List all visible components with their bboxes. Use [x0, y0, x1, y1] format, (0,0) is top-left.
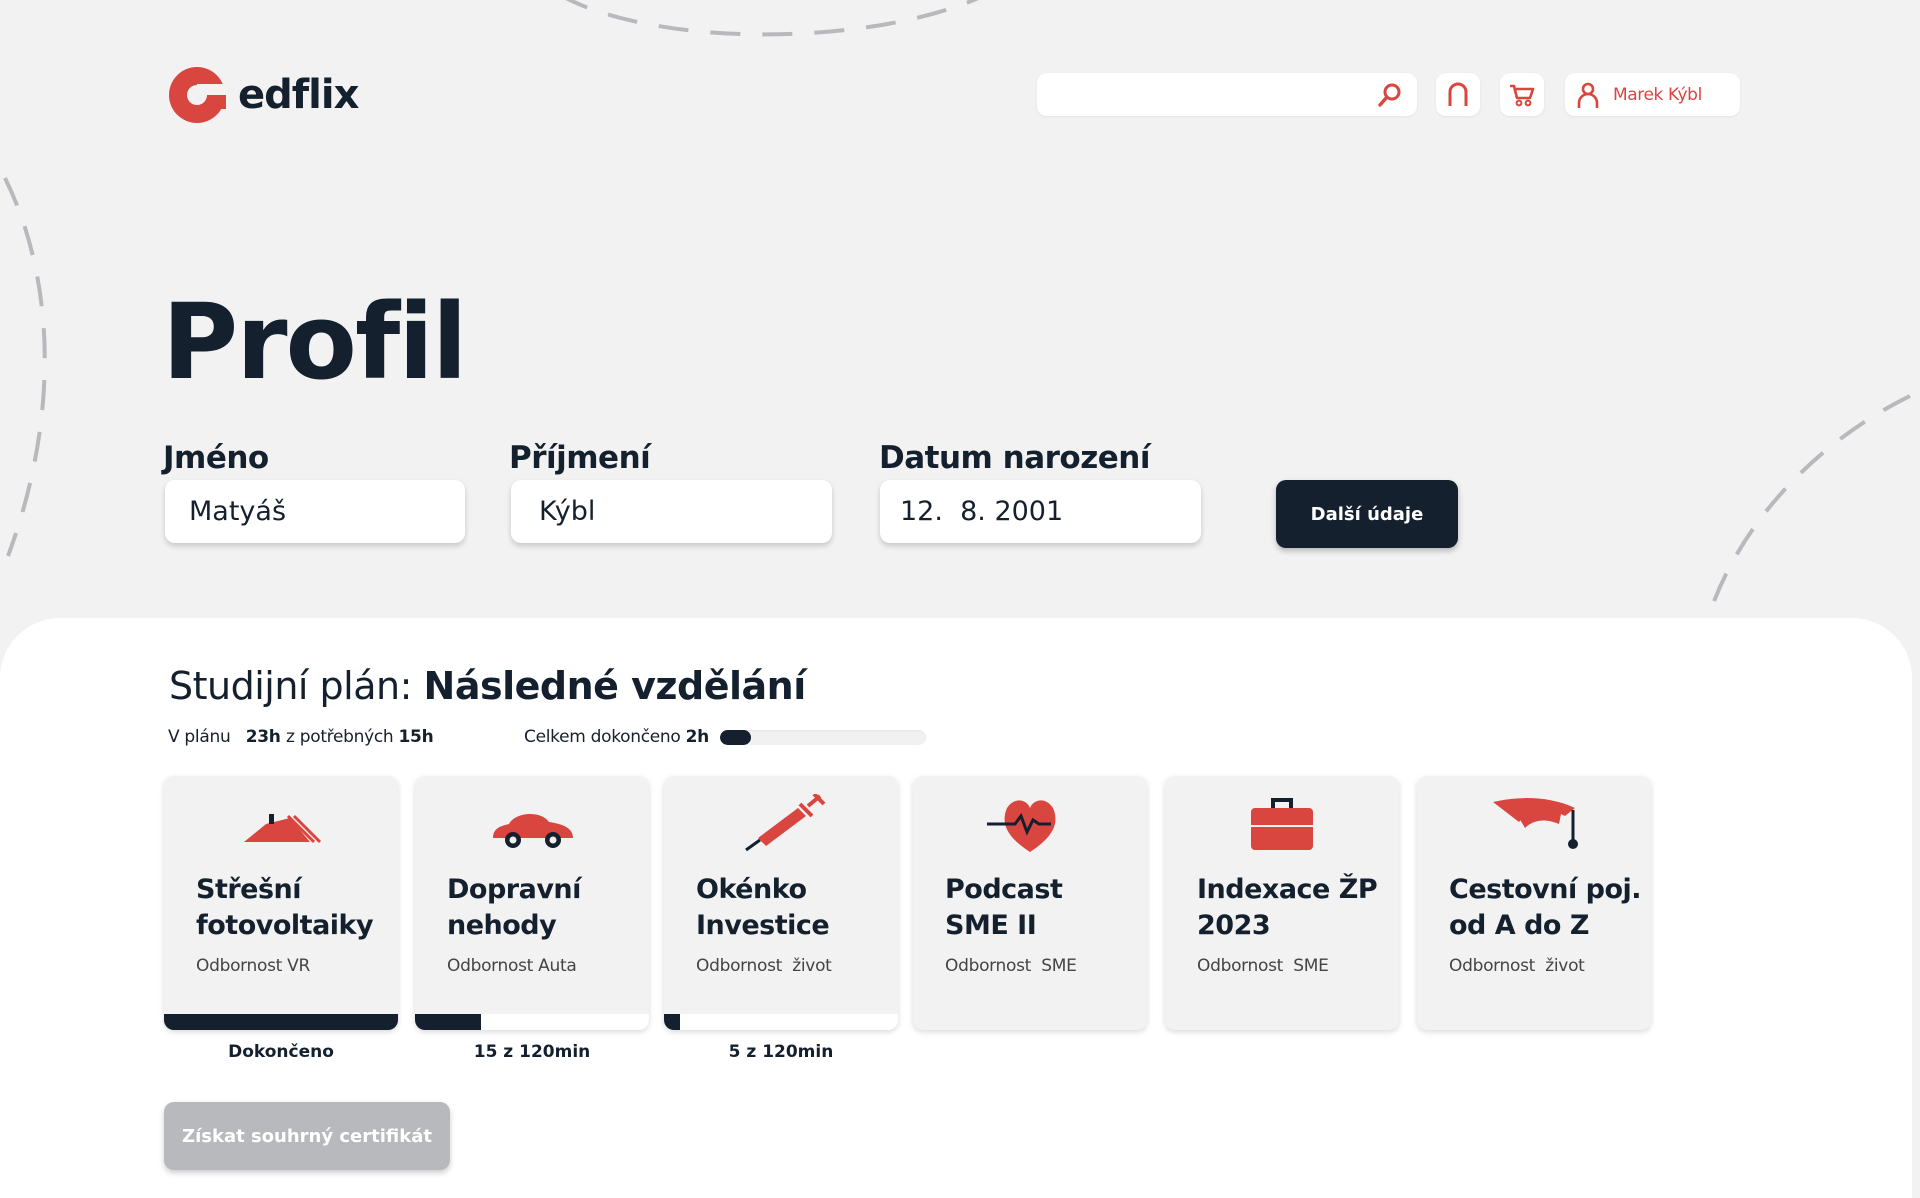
planned-label: V plánu	[168, 727, 231, 747]
course-title-line1: Cestovní poj.	[1449, 874, 1642, 905]
course-progress-bar	[664, 1014, 898, 1030]
course-title: Dopravní nehody	[447, 872, 647, 944]
course-title-line2: fotovoltaiky	[196, 910, 374, 941]
course-progress-bar	[415, 1014, 649, 1030]
course-progress-bar	[164, 1014, 398, 1030]
home-button[interactable]	[1436, 73, 1480, 116]
search-input[interactable]	[1037, 73, 1367, 116]
course-card[interactable]: Dopravní nehody Odbornost Auta	[415, 776, 649, 1030]
car-icon	[487, 794, 577, 854]
course-title-line1: Indexace ŽP	[1197, 874, 1378, 905]
planned-value: 23h	[245, 727, 281, 747]
page-title: Profil	[162, 281, 468, 403]
last-name-field[interactable]: Kýbl	[511, 480, 832, 543]
edflix-logo-icon	[169, 67, 226, 123]
course-card[interactable]: Střešní fotovoltaiky Odbornost VR	[164, 776, 398, 1030]
course-subtitle: Odbornost život	[696, 956, 832, 976]
user-menu-button[interactable]: Marek Kýbl	[1565, 73, 1740, 116]
course-status: Dokončeno	[228, 1042, 334, 1062]
course-title-line1: Okénko	[696, 874, 807, 905]
course-title-line1: Podcast	[945, 874, 1063, 905]
overall-progress-fill	[720, 730, 751, 745]
home-icon	[1448, 82, 1468, 106]
cart-button[interactable]	[1500, 73, 1544, 116]
study-plan-name: Následné vzdělání	[423, 664, 807, 708]
course-title: Okénko Investice	[696, 872, 896, 944]
syringe-icon	[736, 792, 826, 854]
required-hours: z potřebných 15h	[286, 727, 434, 747]
course-progress-fill	[415, 1014, 481, 1030]
user-icon	[1577, 82, 1599, 108]
user-name: Marek Kýbl	[1613, 84, 1702, 105]
brand-name: edflix	[238, 72, 359, 118]
course-title-line2: od A do Z	[1449, 910, 1589, 941]
last-name-label: Příjmení	[509, 440, 651, 476]
course-title-line2: SME II	[945, 910, 1037, 941]
completed-hours: Celkem dokončeno 2h	[524, 727, 709, 747]
course-title: Cestovní poj. od A do Z	[1449, 872, 1649, 944]
more-details-button[interactable]: Další údaje	[1276, 480, 1458, 548]
get-certificate-button[interactable]: Získat souhrný certifikát	[164, 1102, 450, 1170]
course-title-line2: Investice	[696, 910, 830, 941]
search-bar[interactable]	[1037, 73, 1417, 116]
birthdate-label: Datum narození	[879, 440, 1150, 476]
roof-icon	[236, 794, 326, 854]
course-title: Střešní fotovoltaiky	[196, 872, 396, 944]
study-plan-title-prefix: Studijní plán:	[169, 664, 412, 708]
course-card[interactable]: Okénko Investice Odbornost život	[664, 776, 898, 1030]
course-title: Podcast SME II	[945, 872, 1145, 944]
course-subtitle: Odbornost SME	[1197, 956, 1329, 976]
course-progress-fill	[164, 1014, 398, 1030]
heart-pulse-icon	[985, 794, 1075, 854]
course-card[interactable]: Podcast SME II Odbornost SME	[913, 776, 1147, 1030]
course-title-line1: Střešní	[196, 874, 302, 905]
completed-value: 2h	[685, 727, 710, 747]
course-title-line1: Dopravní	[447, 874, 581, 905]
completed-label: Celkem dokončeno	[524, 727, 681, 747]
course-title-line2: 2023	[1197, 910, 1271, 941]
first-name-label: Jméno	[163, 440, 269, 476]
course-subtitle: Odbornost Auta	[447, 956, 577, 976]
course-status: 5 z 120min	[728, 1042, 834, 1062]
course-status: 15 z 120min	[473, 1042, 591, 1062]
logo[interactable]: edflix	[168, 66, 359, 124]
required-label: z potřebných	[286, 727, 394, 747]
course-subtitle: Odbornost VR	[196, 956, 310, 976]
required-value: 15h	[398, 727, 434, 747]
course-progress-fill	[664, 1014, 681, 1030]
briefcase-icon	[1237, 794, 1327, 854]
study-plan-title: Studijní plán: Následné vzdělání	[169, 664, 806, 708]
search-icon[interactable]	[1377, 82, 1403, 108]
course-subtitle: Odbornost život	[1449, 956, 1585, 976]
birthdate-field[interactable]: 12. 8. 2001	[880, 480, 1201, 543]
overall-progress-bar	[720, 730, 926, 745]
course-card[interactable]: Indexace ŽP 2023 Odbornost SME	[1165, 776, 1399, 1030]
first-name-field[interactable]: Matyáš	[165, 480, 465, 543]
course-card[interactable]: Cestovní poj. od A do Z Odbornost život	[1417, 776, 1651, 1030]
course-title: Indexace ŽP 2023	[1197, 872, 1397, 944]
course-subtitle: Odbornost SME	[945, 956, 1077, 976]
cart-icon	[1510, 84, 1535, 106]
course-title-line2: nehody	[447, 910, 557, 941]
graduation-cap-icon	[1489, 794, 1579, 854]
planned-hours: V plánu 23h	[168, 727, 281, 747]
